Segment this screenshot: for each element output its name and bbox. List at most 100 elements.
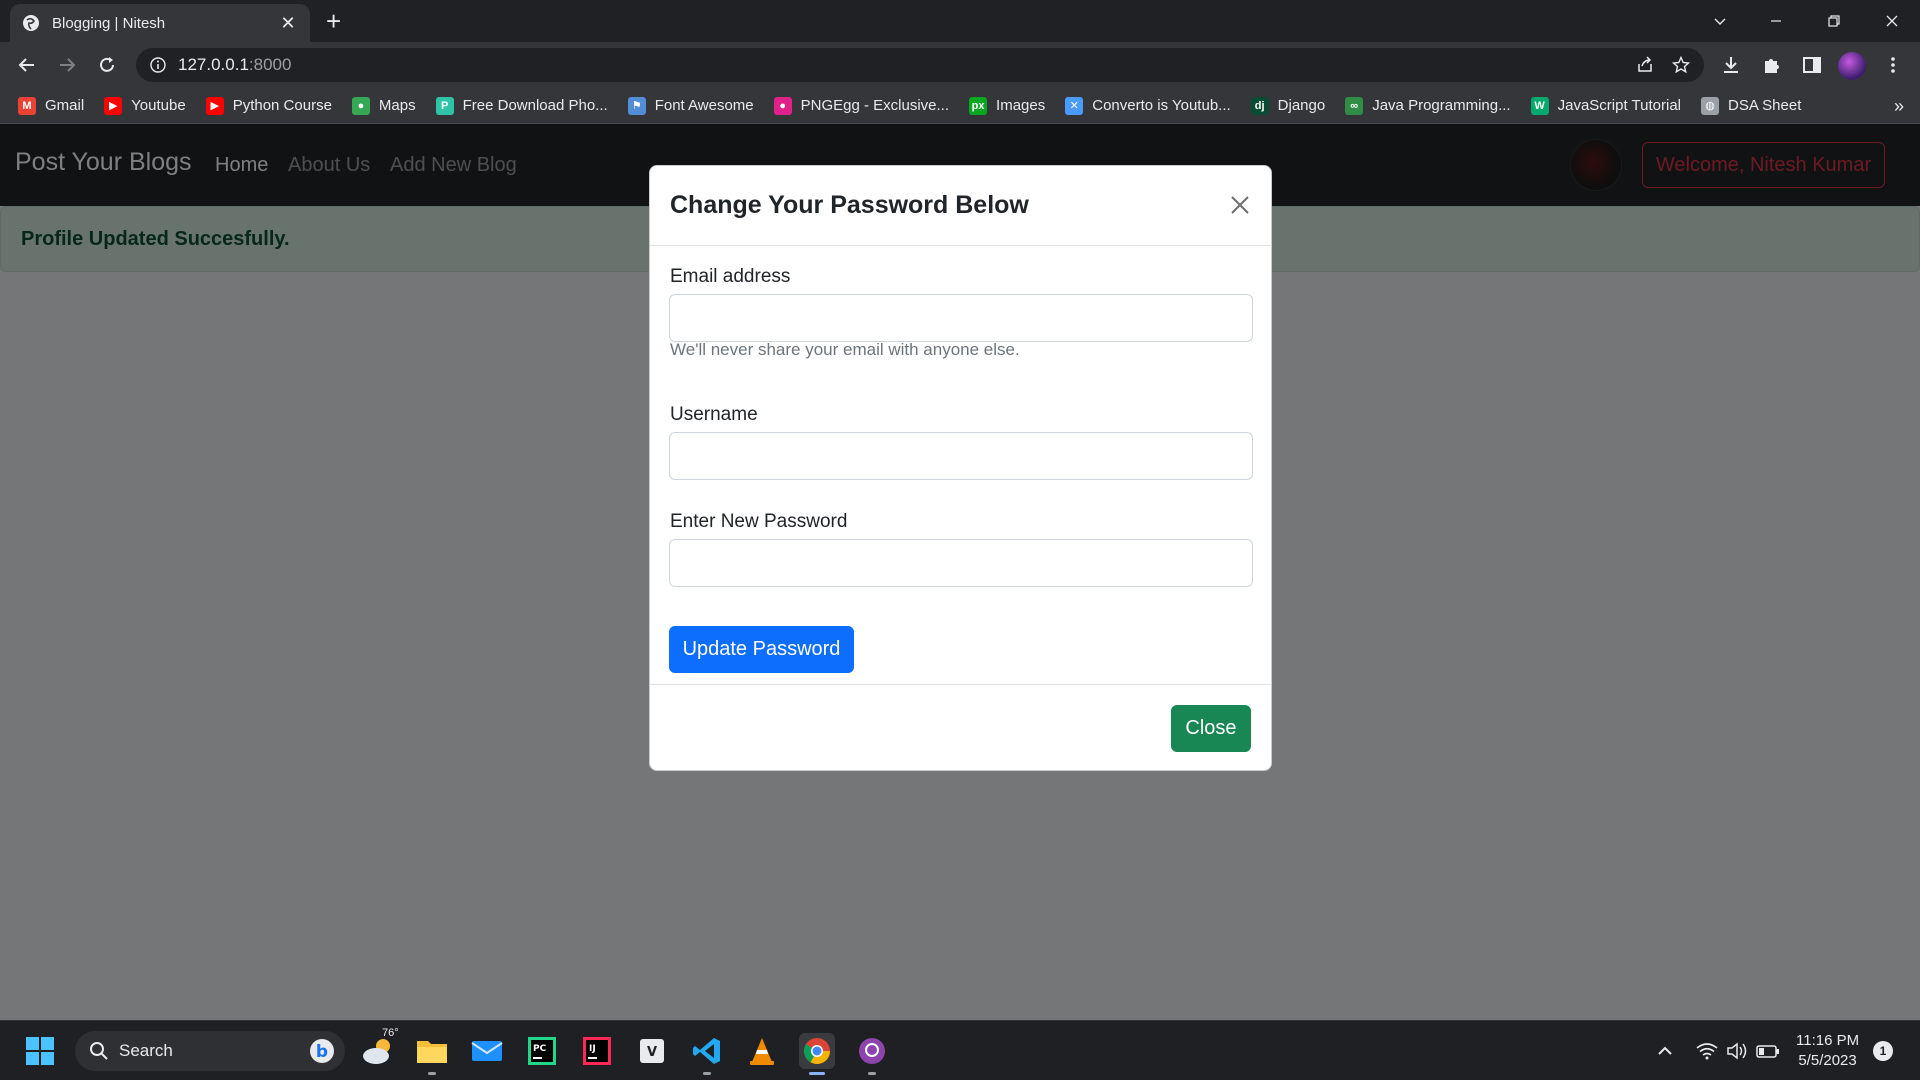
flag-icon: ⚑ — [627, 96, 646, 115]
intellij-app[interactable]: IJ — [579, 1033, 615, 1069]
change-password-modal: Change Your Password Below Email address… — [649, 165, 1272, 771]
back-button[interactable] — [12, 50, 42, 80]
clock-time: 11:16 PM — [1796, 1032, 1860, 1049]
vmware-app[interactable]: V — [634, 1033, 670, 1069]
tab-close-icon[interactable]: ✕ — [278, 13, 298, 34]
update-password-button[interactable]: Update Password — [669, 626, 854, 673]
bookmark-label: Maps — [378, 97, 416, 114]
mail-app[interactable] — [469, 1033, 505, 1069]
browser-menu-icon[interactable] — [1882, 54, 1904, 76]
modal-footer: Close — [650, 685, 1271, 771]
running-indicator — [868, 1072, 876, 1075]
back-arrow-icon — [18, 58, 34, 72]
reload-button[interactable] — [92, 50, 122, 80]
new-tab-button[interactable]: + — [326, 8, 341, 34]
bookmark-item[interactable]: px Images — [969, 96, 1045, 115]
bookmark-label: Font Awesome — [654, 97, 754, 114]
email-label: Email address — [670, 266, 791, 287]
restore-button[interactable] — [1806, 0, 1862, 42]
minimize-button[interactable] — [1748, 0, 1804, 42]
modal-close-icon[interactable] — [1227, 192, 1253, 218]
svg-text:PC: PC — [533, 1044, 547, 1054]
px-icon: px — [969, 96, 988, 115]
cloud-sun-icon — [363, 1039, 390, 1064]
intellij-icon: IJ — [583, 1037, 611, 1065]
search-label: Search — [119, 1041, 173, 1060]
bookmarks-overflow-button[interactable]: » — [1894, 88, 1904, 124]
share-icon[interactable] — [1636, 56, 1654, 74]
bookmark-label: Java Programming... — [1372, 97, 1511, 114]
bookmark-item[interactable]: P Free Download Pho... — [435, 96, 608, 115]
email-field[interactable] — [669, 294, 1253, 342]
pngegg-icon: ● — [773, 96, 792, 115]
active-indicator — [809, 1072, 825, 1075]
bookmark-item[interactable]: ● Maps — [351, 96, 416, 115]
bookmark-item[interactable]: ∞ Java Programming... — [1345, 96, 1511, 115]
chrome-app[interactable] — [799, 1033, 835, 1075]
bookmark-item[interactable]: ⚑ Font Awesome — [627, 96, 754, 115]
url-text[interactable]: 127.0.0.1:8000 — [178, 55, 291, 75]
svg-text:V: V — [647, 1045, 657, 1060]
converto-icon: ✕ — [1065, 96, 1084, 115]
profile-avatar[interactable] — [1838, 52, 1866, 80]
close-window-button[interactable] — [1864, 0, 1920, 42]
bookmark-item[interactable]: ◍ DSA Sheet — [1701, 96, 1801, 115]
modal-title: Change Your Password Below — [670, 191, 1029, 219]
running-indicator — [428, 1072, 436, 1075]
tab-search-icon[interactable] — [1692, 0, 1748, 42]
extensions-puzzle-icon[interactable] — [1761, 54, 1783, 76]
search-icon — [90, 1042, 108, 1060]
bookmark-item[interactable]: ✕ Converto is Youtub... — [1065, 96, 1231, 115]
github-icon — [859, 1038, 885, 1064]
browser-tab-strip: Blogging | Nitesh ✕ + — [0, 0, 1920, 42]
bookmark-item[interactable]: M Gmail — [18, 96, 84, 115]
vscode-icon — [693, 1038, 720, 1064]
notification-badge[interactable]: 1 — [1873, 1041, 1893, 1061]
battery-icon[interactable] — [1756, 1021, 1780, 1080]
start-button[interactable] — [22, 1033, 58, 1069]
side-panel-icon[interactable] — [1801, 54, 1823, 76]
bookmark-item[interactable]: ▶ Python Course — [205, 96, 332, 115]
wifi-icon[interactable] — [1696, 1021, 1718, 1080]
weather-temp: 76° — [382, 1027, 399, 1039]
taskbar-search[interactable]: Search b — [75, 1031, 345, 1071]
new-password-field[interactable] — [669, 539, 1253, 587]
volume-icon[interactable] — [1726, 1021, 1748, 1080]
close-button[interactable]: Close — [1171, 705, 1251, 752]
bookmark-label: Converto is Youtub... — [1092, 97, 1231, 114]
system-clock[interactable]: 11:16 PM 5/5/2023 — [1796, 1031, 1859, 1071]
site-info-icon[interactable] — [150, 57, 166, 73]
bookmark-item[interactable]: ▶ Youtube — [104, 96, 186, 115]
pycharm-app[interactable]: PC — [524, 1033, 560, 1069]
download-icon[interactable] — [1720, 54, 1742, 76]
weather-widget[interactable]: 76° — [360, 1027, 399, 1069]
bookmark-item[interactable]: W JavaScript Tutorial — [1530, 96, 1681, 115]
photo-site-icon: P — [435, 96, 454, 115]
folder-icon — [417, 1041, 447, 1063]
forward-button[interactable] — [52, 50, 82, 80]
bing-icon[interactable]: b — [309, 1038, 335, 1064]
tab-title: Blogging | Nitesh — [52, 14, 166, 32]
browser-tab[interactable]: Blogging | Nitesh ✕ — [10, 4, 310, 42]
username-field[interactable] — [669, 432, 1253, 480]
new-password-label: Enter New Password — [670, 511, 848, 532]
tray-overflow-icon[interactable] — [1656, 1021, 1674, 1080]
file-explorer-app[interactable] — [414, 1033, 450, 1075]
bookmark-label: PNGEgg - Exclusive... — [800, 97, 950, 114]
bookmark-item[interactable]: ● PNGEgg - Exclusive... — [773, 96, 950, 115]
email-help-text: We'll never share your email with anyone… — [670, 340, 1020, 359]
modal-body: Email address We'll never share your ema… — [650, 246, 1271, 685]
vscode-app[interactable] — [689, 1033, 725, 1075]
mail-icon — [471, 1041, 503, 1061]
bookmark-star-icon[interactable] — [1672, 56, 1690, 74]
bookmark-label: Free Download Pho... — [462, 97, 608, 114]
vm-icon: V — [640, 1039, 664, 1063]
reload-icon — [100, 57, 114, 72]
github-desktop-app[interactable] — [854, 1033, 890, 1075]
bookmark-item[interactable]: dj Django — [1250, 96, 1325, 115]
address-bar[interactable]: 127.0.0.1:8000 — [136, 48, 1704, 82]
vlc-app[interactable] — [744, 1033, 780, 1069]
bookmarks-bar: M Gmail ▶ Youtube ▶ Python Course ● Maps P Free D… — [0, 88, 1920, 124]
url-host: 127.0.0.1 — [178, 55, 249, 74]
svg-text:b: b — [316, 1042, 328, 1062]
